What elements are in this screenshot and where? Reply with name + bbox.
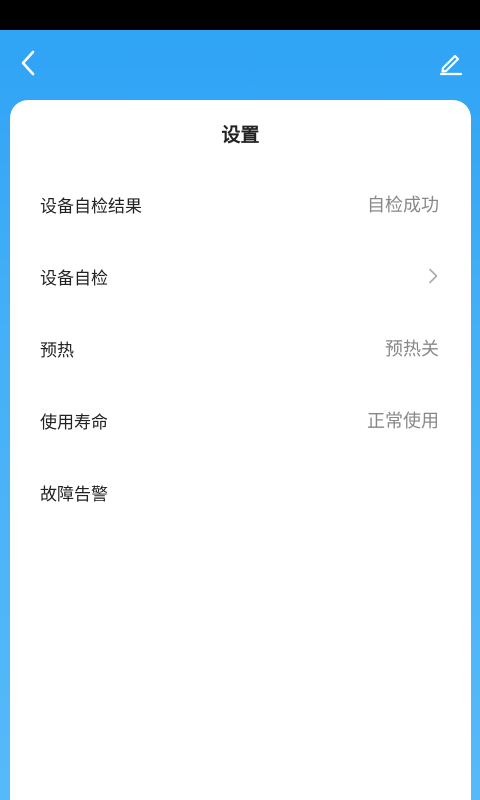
row-label: 预热 — [40, 340, 74, 361]
status-bar — [0, 0, 480, 30]
back-button[interactable] — [12, 48, 44, 82]
row-label: 故障告警 — [40, 484, 108, 505]
row-value: 正常使用 — [367, 411, 439, 432]
row-value: 自检成功 — [367, 195, 439, 216]
settings-card: 设置 设备自检结果 自检成功 设备自检 预热 预热关 使用寿命 正常使用 故障告… — [10, 100, 471, 800]
chevron-right-icon — [427, 268, 439, 284]
top-bar — [0, 30, 480, 100]
row-label: 设备自检结果 — [40, 196, 142, 217]
chevron-left-icon — [20, 50, 36, 80]
row-value: 预热关 — [385, 339, 439, 360]
row-fault-alarm[interactable]: 故障告警 — [10, 456, 471, 528]
row-service-life[interactable]: 使用寿命 正常使用 — [10, 384, 471, 456]
page-title: 设置 — [221, 124, 260, 146]
row-preheat[interactable]: 预热 预热关 — [10, 312, 471, 384]
row-label: 设备自检 — [40, 268, 108, 289]
edit-pencil-icon — [438, 50, 464, 80]
row-label: 使用寿命 — [40, 412, 108, 433]
row-self-check[interactable]: 设备自检 — [10, 240, 471, 312]
row-self-check-result[interactable]: 设备自检结果 自检成功 — [10, 168, 471, 240]
edit-button[interactable] — [434, 48, 468, 82]
